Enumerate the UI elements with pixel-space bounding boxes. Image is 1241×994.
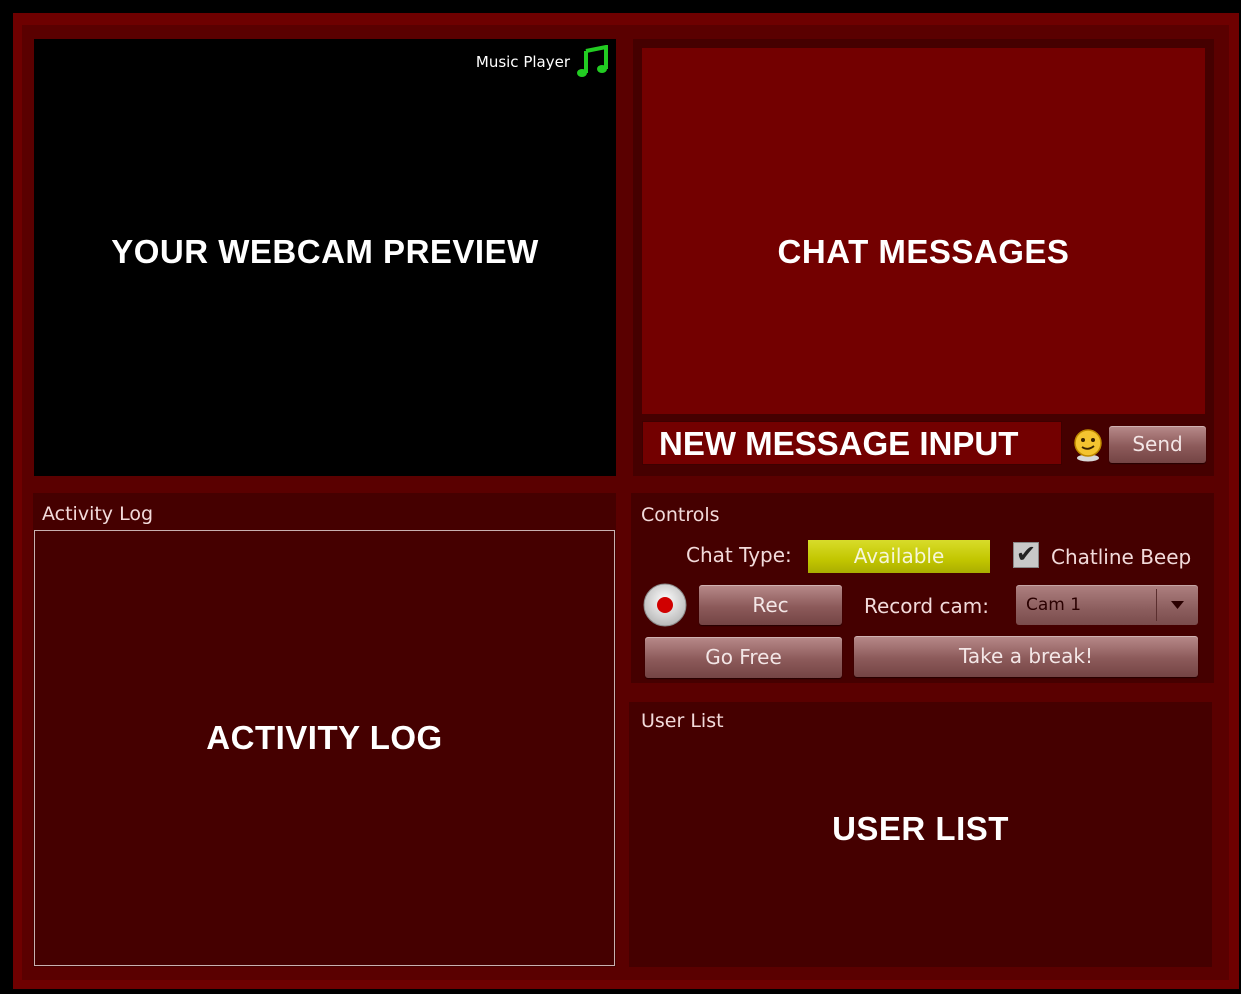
- webcam-preview: YOUR WEBCAM PREVIEW Music Player: [34, 39, 616, 476]
- chat-type-label: Chat Type:: [686, 543, 792, 567]
- user-list-panel[interactable]: User List USER LIST: [629, 702, 1212, 967]
- chevron-down-icon[interactable]: [1157, 585, 1198, 625]
- chatline-beep-checkbox[interactable]: ✔: [1013, 542, 1039, 568]
- record-cam-value: Cam 1: [1026, 595, 1082, 615]
- music-player-label: Music Player: [475, 53, 570, 71]
- webcam-preview-label: YOUR WEBCAM PREVIEW: [111, 233, 539, 270]
- go-free-button[interactable]: Go Free: [645, 637, 842, 678]
- rec-button[interactable]: Rec: [699, 585, 842, 625]
- music-player-link[interactable]: Music Player: [476, 45, 610, 79]
- send-button[interactable]: Send: [1109, 426, 1206, 463]
- chat-type-selector[interactable]: Available: [808, 540, 990, 573]
- controls-title: Controls: [641, 504, 720, 526]
- new-message-input[interactable]: NEW MESSAGE INPUT: [642, 421, 1062, 465]
- activity-log-label: ACTIVITY LOG: [206, 719, 443, 756]
- activity-log-title: Activity Log: [42, 503, 154, 525]
- smiley-icon[interactable]: [1072, 428, 1104, 462]
- music-note-icon[interactable]: [576, 45, 610, 79]
- chat-messages-label: CHAT MESSAGES: [777, 233, 1070, 270]
- chat-messages-area[interactable]: CHAT MESSAGES: [642, 48, 1205, 414]
- record-icon[interactable]: [642, 582, 688, 628]
- record-cam-select[interactable]: Cam 1: [1016, 585, 1198, 625]
- record-cam-label: Record cam:: [864, 594, 989, 618]
- user-list-title: User List: [641, 710, 724, 732]
- chatline-beep-label: Chatline Beep: [1051, 545, 1192, 569]
- user-list-label: USER LIST: [832, 810, 1009, 847]
- activity-log-area[interactable]: ACTIVITY LOG: [34, 530, 615, 966]
- take-break-button[interactable]: Take a break!: [854, 636, 1198, 677]
